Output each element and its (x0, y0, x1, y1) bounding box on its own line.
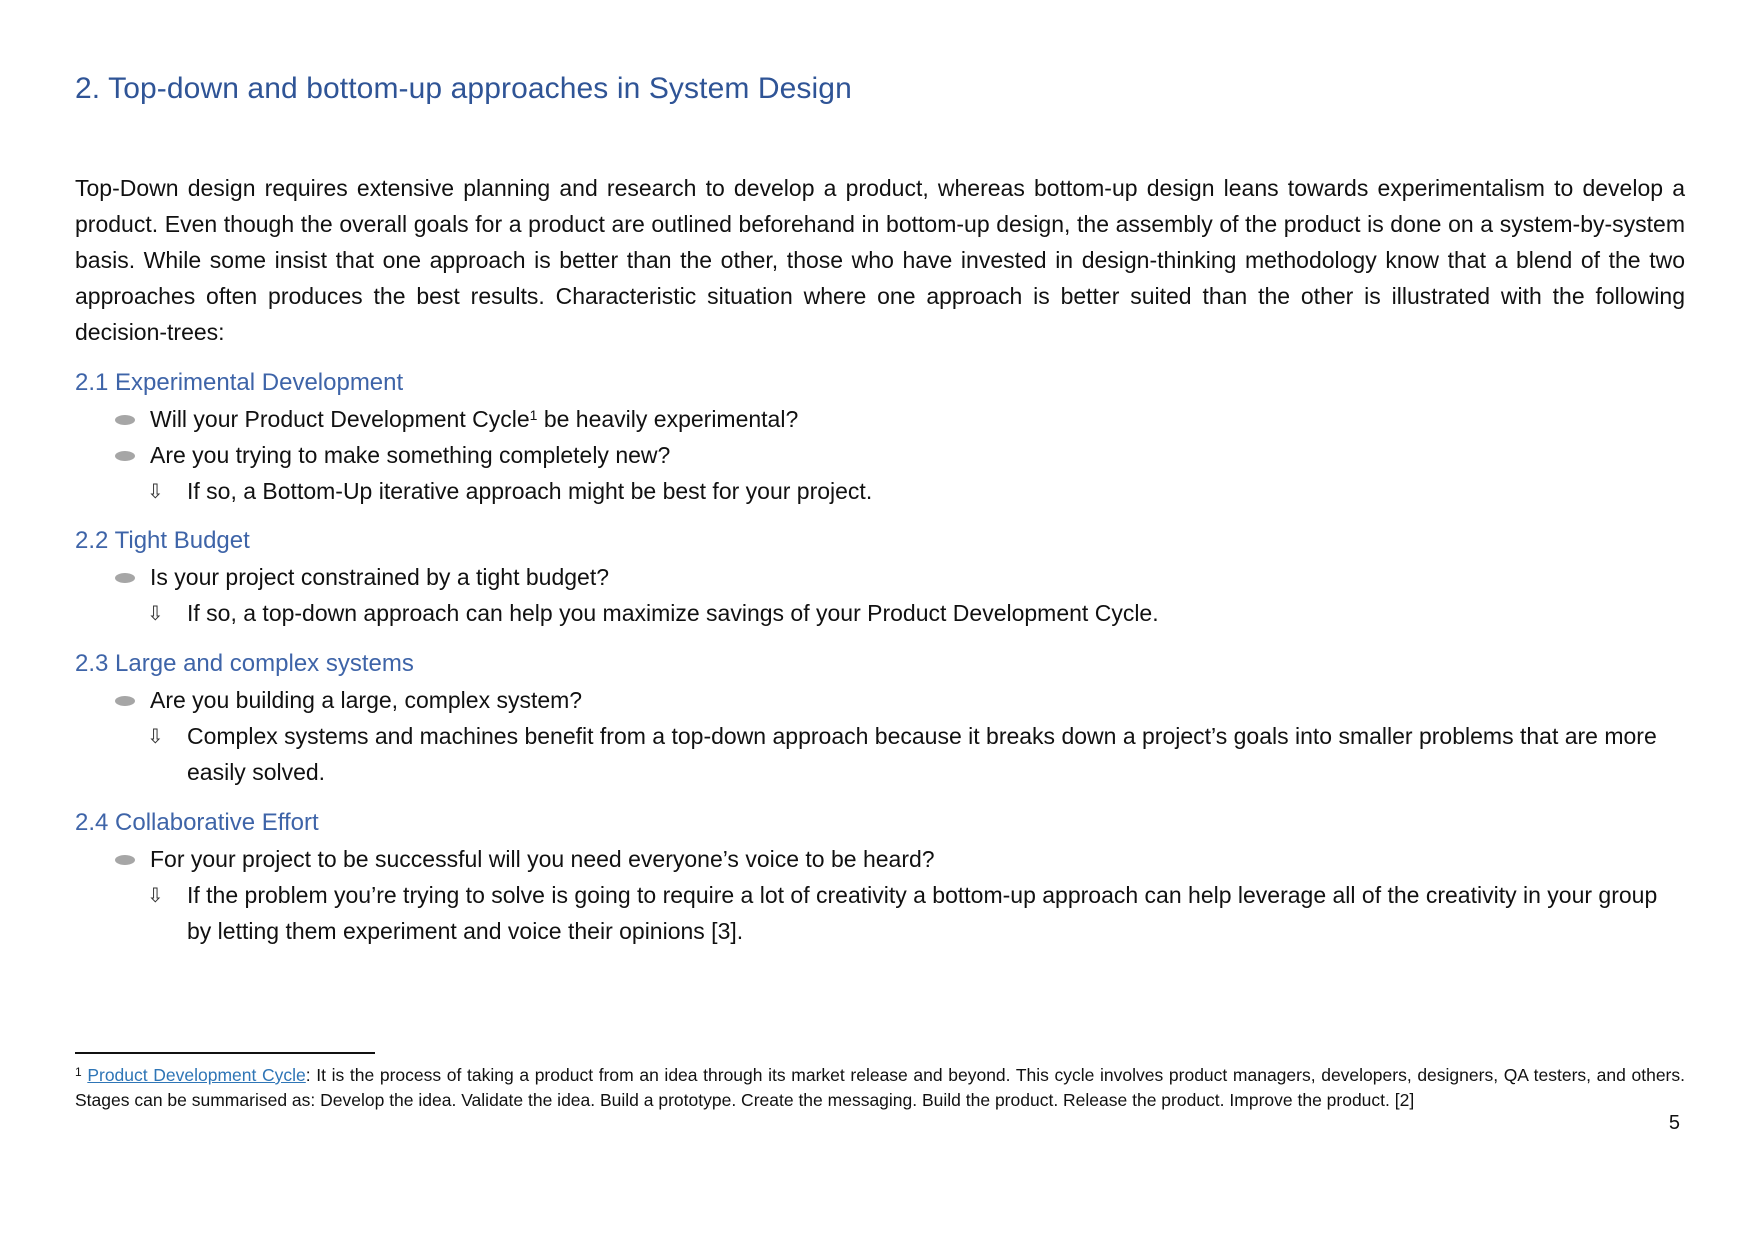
question-item: Are you trying to make something complet… (75, 437, 1685, 473)
intro-paragraph: Top-Down design requires extensive plann… (75, 175, 1685, 345)
footnote-reference[interactable]: 1 (530, 407, 538, 423)
question-text-continued: be heavily experimental? (537, 406, 799, 432)
question-item: Will your Product Development Cycle1 be … (75, 401, 1685, 437)
answer-item: ⇩ Complex systems and machines benefit f… (75, 718, 1685, 790)
footnote-marker: 1 (75, 1065, 82, 1079)
bullet-icon (115, 855, 135, 865)
answer-item: ⇩ If the problem you’re trying to solve … (75, 877, 1685, 949)
footnote: 1 Product Development Cycle: It is the p… (75, 1063, 1685, 1113)
question-item: Is your project constrained by a tight b… (75, 559, 1685, 595)
page-number: 5 (1668, 1112, 1680, 1134)
section-heading: 2.1 Experimental Development (75, 369, 404, 396)
bullet-icon (115, 573, 135, 583)
question-item: For your project to be successful will y… (75, 841, 1685, 877)
answer-text: If so, a top-down approach can help you … (187, 600, 1159, 626)
question-text: Will your Product Development Cycle (150, 406, 530, 432)
answer-text: Complex systems and machines benefit fro… (187, 723, 1657, 785)
footnote-link[interactable]: Product Development Cycle (87, 1065, 305, 1085)
down-arrow-icon: ⇩ (147, 601, 164, 625)
question-item: Are you building a large, complex system… (75, 682, 1685, 718)
bullet-icon (115, 415, 135, 425)
answer-text: If the problem you’re trying to solve is… (187, 882, 1658, 944)
down-arrow-icon: ⇩ (147, 724, 164, 748)
footnote-text: : It is the process of taking a product … (75, 1065, 1685, 1110)
section-heading: 2.4 Collaborative Effort (75, 809, 319, 836)
footnote-separator (75, 1052, 375, 1054)
bullet-icon (115, 451, 135, 461)
question-text: For your project to be successful will y… (150, 846, 935, 872)
section-large-complex-systems: 2.3 Large and complex systems Are you bu… (75, 646, 1685, 790)
section-tight-budget: 2.2 Tight Budget Is your project constra… (75, 523, 1685, 631)
answer-item: ⇩ If so, a Bottom-Up iterative approach … (75, 473, 1685, 509)
answer-item: ⇩ If so, a top-down approach can help yo… (75, 595, 1685, 631)
bullet-icon (115, 696, 135, 706)
question-text: Are you trying to make something complet… (150, 442, 671, 468)
question-text: Is your project constrained by a tight b… (150, 564, 610, 590)
down-arrow-icon: ⇩ (147, 883, 164, 907)
section-heading: 2.2 Tight Budget (75, 527, 250, 554)
answer-text: If so, a Bottom-Up iterative approach mi… (187, 478, 873, 504)
page-title: 2. Top-down and bottom-up approaches in … (75, 72, 852, 105)
section-heading: 2.3 Large and complex systems (75, 650, 414, 677)
down-arrow-icon: ⇩ (147, 479, 164, 503)
question-text: Are you building a large, complex system… (150, 687, 583, 713)
section-experimental-development: 2.1 Experimental Development Will your P… (75, 365, 1685, 509)
section-collaborative-effort: 2.4 Collaborative Effort For your projec… (75, 805, 1685, 949)
